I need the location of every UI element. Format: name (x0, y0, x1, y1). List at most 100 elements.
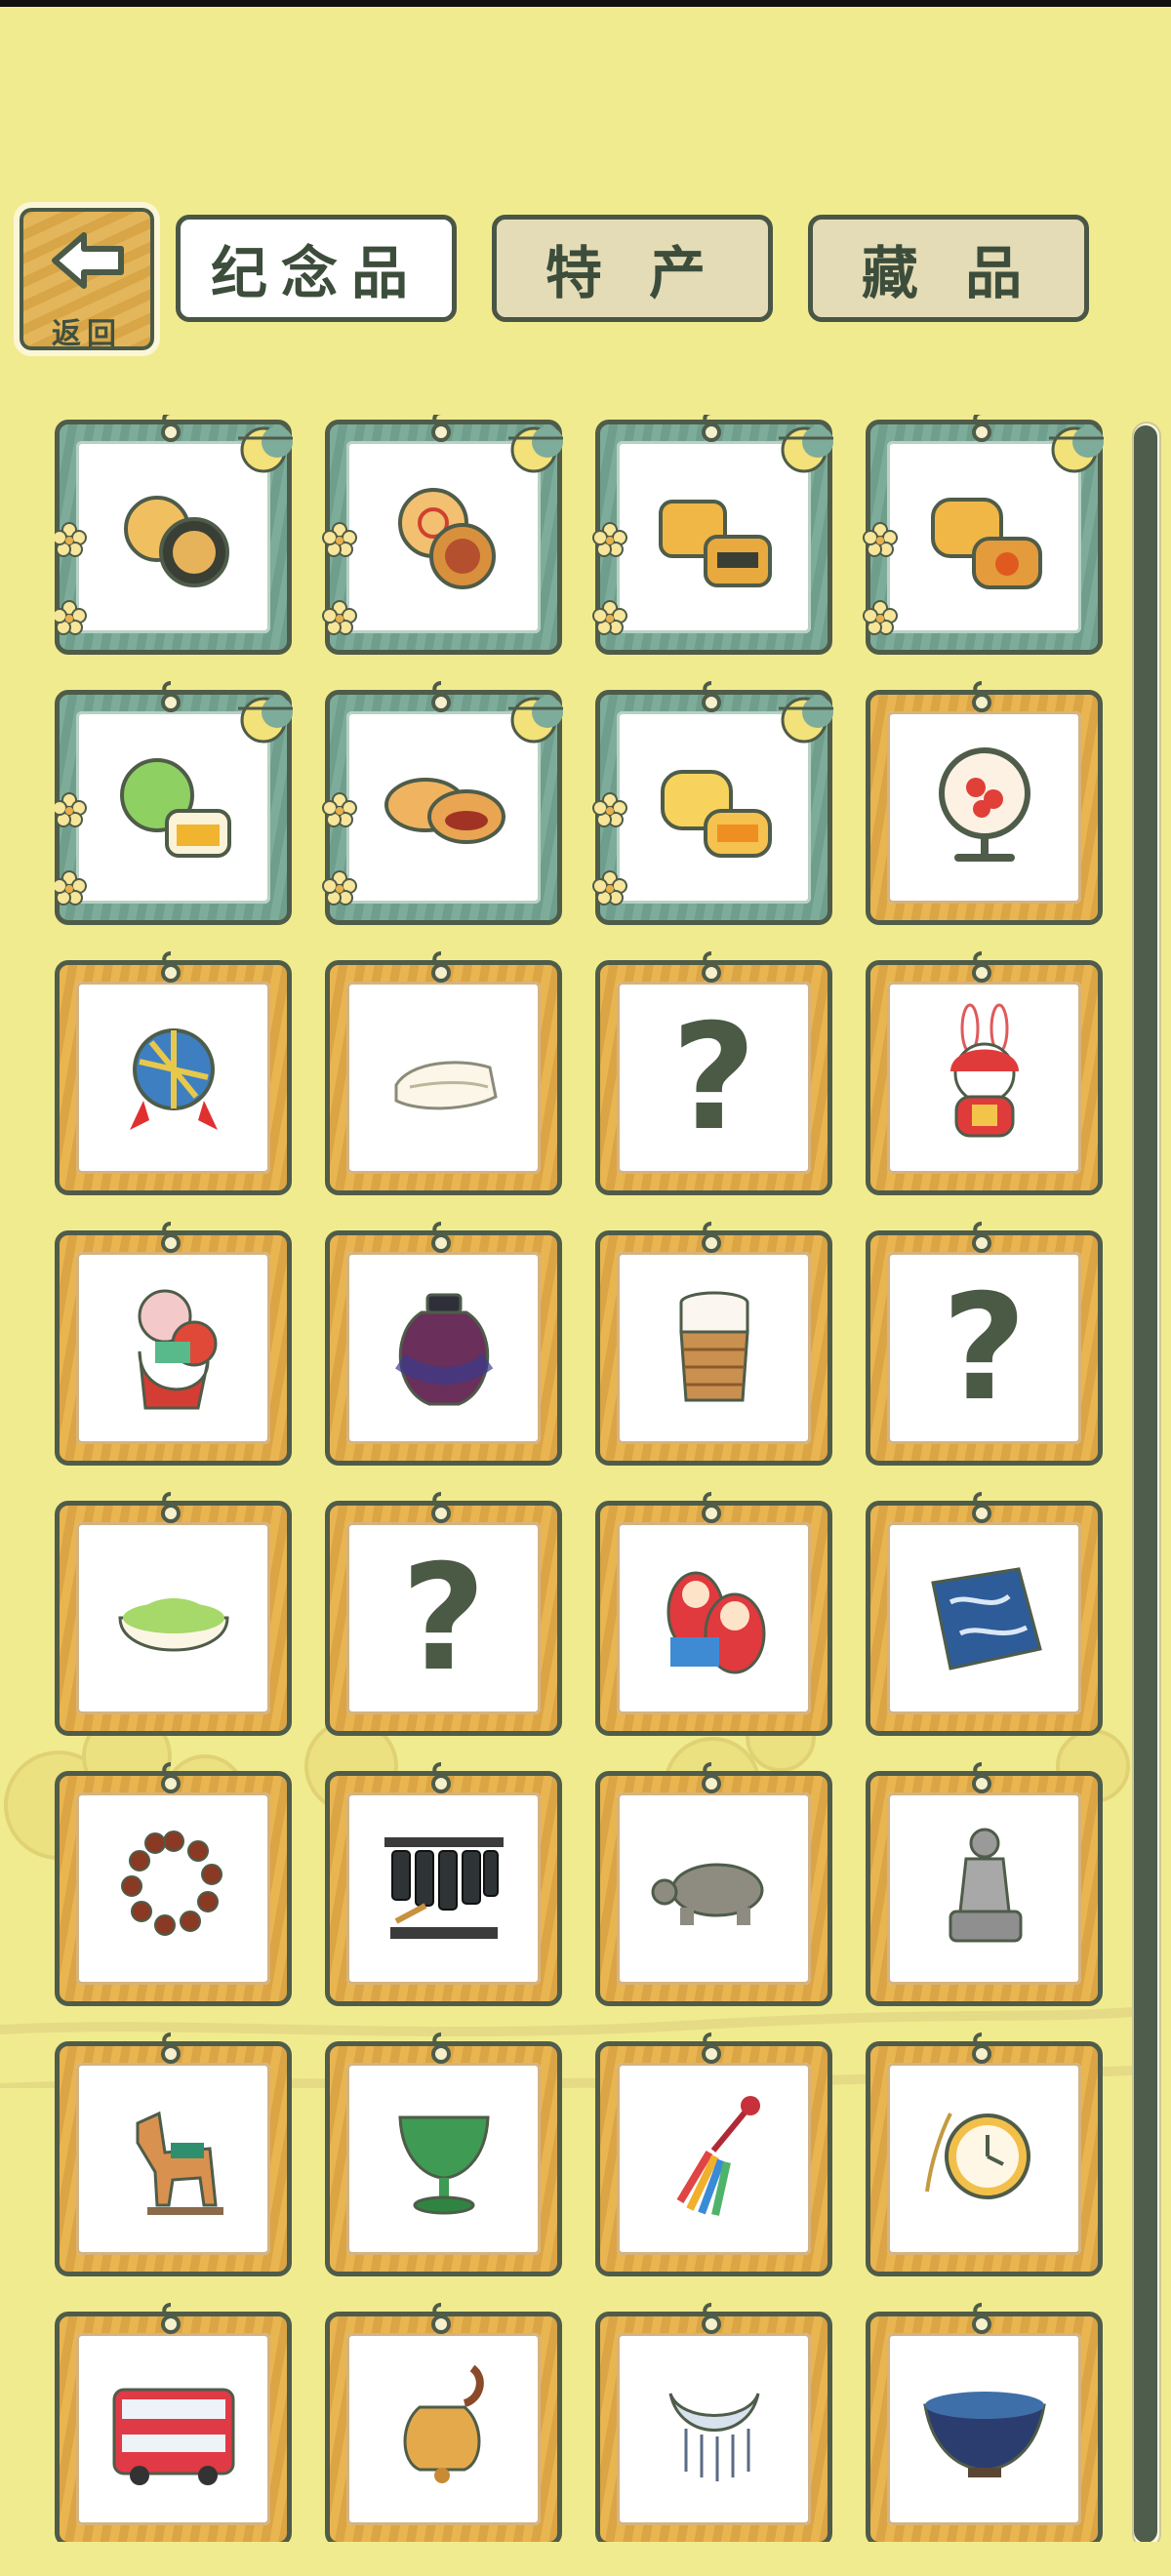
item-frame[interactable] (866, 960, 1103, 1195)
item-slot[interactable] (55, 2033, 292, 2276)
item-frame[interactable] (55, 1230, 292, 1466)
unknown-item-icon: ? (941, 1263, 1027, 1433)
festival-item-frame[interactable] (322, 420, 563, 655)
item-slot[interactable] (55, 1762, 292, 2006)
item-slot[interactable]: ? (325, 1492, 562, 1736)
item-frame[interactable] (595, 1501, 832, 1736)
tab-souvenirs[interactable]: 纪念品 (176, 215, 457, 322)
embroidery-screen-icon (911, 733, 1058, 883)
item-frame[interactable] (866, 2312, 1103, 2542)
festival-item-frame[interactable] (592, 420, 833, 655)
item-frame[interactable]: ? (325, 1501, 562, 1736)
item-frame[interactable] (866, 690, 1103, 925)
item-slot[interactable] (55, 1492, 292, 1736)
hanging-hook-icon (697, 1220, 726, 1255)
item-slot[interactable] (866, 951, 1103, 1195)
item-slot[interactable] (595, 2033, 832, 2276)
pocket-watch-icon (911, 2084, 1058, 2234)
item-slot[interactable] (325, 951, 562, 1195)
hanging-hook-icon (156, 1760, 185, 1795)
item-slot[interactable] (863, 415, 1104, 655)
item-frame[interactable] (55, 960, 292, 1195)
item-frame-inner (346, 1252, 541, 1444)
woven-cup-icon (641, 1273, 787, 1424)
item-slot[interactable] (322, 681, 563, 925)
moon-badge-icon (505, 424, 567, 475)
festival-item-frame[interactable] (55, 420, 293, 655)
item-slot[interactable] (325, 2033, 562, 2276)
item-slot[interactable] (866, 1492, 1103, 1736)
item-frame[interactable] (55, 1501, 292, 1736)
tab-collectibles[interactable]: 藏 品 (808, 215, 1089, 322)
festival-item-frame[interactable] (863, 420, 1104, 655)
tassel-knot-icon (641, 2084, 787, 2234)
item-frame[interactable] (595, 2312, 832, 2542)
item-slot[interactable] (55, 681, 293, 925)
item-frame[interactable] (595, 1230, 832, 1466)
hanging-hook-icon (967, 949, 996, 985)
item-frame-inner (617, 1792, 811, 1985)
item-slot[interactable] (595, 2303, 832, 2542)
item-slot[interactable] (55, 951, 292, 1195)
mooncake-red-filling-icon (371, 733, 517, 883)
item-slot[interactable] (325, 1762, 562, 2006)
item-frame[interactable] (595, 1771, 832, 2006)
clay-figurine-icon (101, 1273, 247, 1424)
tab-specialties[interactable]: 特 产 (492, 215, 773, 322)
festival-item-frame[interactable] (322, 690, 563, 925)
item-frame-inner (887, 711, 1081, 904)
item-frame[interactable] (866, 2041, 1103, 2276)
item-slot[interactable] (866, 2033, 1103, 2276)
flower-decoration-icon (322, 870, 357, 906)
item-slot[interactable] (55, 2303, 292, 2542)
item-frame[interactable] (325, 2312, 562, 2542)
hanging-hook-icon (697, 1490, 726, 1525)
item-frame[interactable] (55, 1771, 292, 2006)
item-slot[interactable] (325, 1222, 562, 1466)
item-slot[interactable] (55, 415, 293, 655)
item-frame[interactable]: ? (595, 960, 832, 1195)
item-slot[interactable]: ? (595, 951, 832, 1195)
item-frame[interactable] (325, 2041, 562, 2276)
item-slot[interactable] (866, 2303, 1103, 2542)
item-slot[interactable] (866, 681, 1103, 925)
item-frame-inner (346, 1792, 541, 1985)
flower-decoration-icon (592, 870, 627, 906)
item-slot[interactable] (595, 1222, 832, 1466)
item-slot[interactable] (55, 1222, 292, 1466)
scrollbar-thumb[interactable] (1134, 425, 1157, 2543)
item-slot[interactable] (322, 415, 563, 655)
item-slot[interactable] (595, 1492, 832, 1736)
festival-item-frame[interactable] (592, 690, 833, 925)
item-frame-inner (887, 1792, 1081, 1985)
item-slot[interactable] (325, 2303, 562, 2542)
item-slot[interactable] (592, 681, 833, 925)
item-slot[interactable]: ? (866, 1222, 1103, 1466)
hanging-hook-icon (426, 2031, 456, 2066)
moon-badge-icon (234, 424, 297, 475)
item-slot[interactable] (592, 415, 833, 655)
flower-decoration-icon (322, 792, 357, 827)
item-frame-inner (617, 1252, 811, 1444)
mooncake-green-icon (101, 733, 247, 883)
item-frame[interactable] (866, 1771, 1103, 2006)
festival-item-frame[interactable] (55, 690, 293, 925)
item-frame[interactable] (325, 1771, 562, 2006)
item-slot[interactable] (866, 1762, 1103, 2006)
item-frame[interactable] (595, 2041, 832, 2276)
hanging-hook-icon (697, 2301, 726, 2336)
left-arrow-icon (52, 232, 124, 289)
item-frame[interactable] (55, 2041, 292, 2276)
hanging-hook-icon (156, 1220, 185, 1255)
item-frame[interactable] (325, 1230, 562, 1466)
back-button[interactable]: 返回 (14, 202, 160, 356)
item-slot[interactable] (595, 1762, 832, 2006)
item-frame[interactable] (325, 960, 562, 1195)
item-frame[interactable] (866, 1501, 1103, 1736)
tang-horse-icon (101, 2084, 247, 2234)
item-frame[interactable] (55, 2312, 292, 2542)
flower-decoration-icon (55, 870, 87, 906)
item-frame[interactable]: ? (866, 1230, 1103, 1466)
item-frame-inner (76, 1522, 270, 1714)
folded-cloth-icon (371, 1003, 517, 1153)
